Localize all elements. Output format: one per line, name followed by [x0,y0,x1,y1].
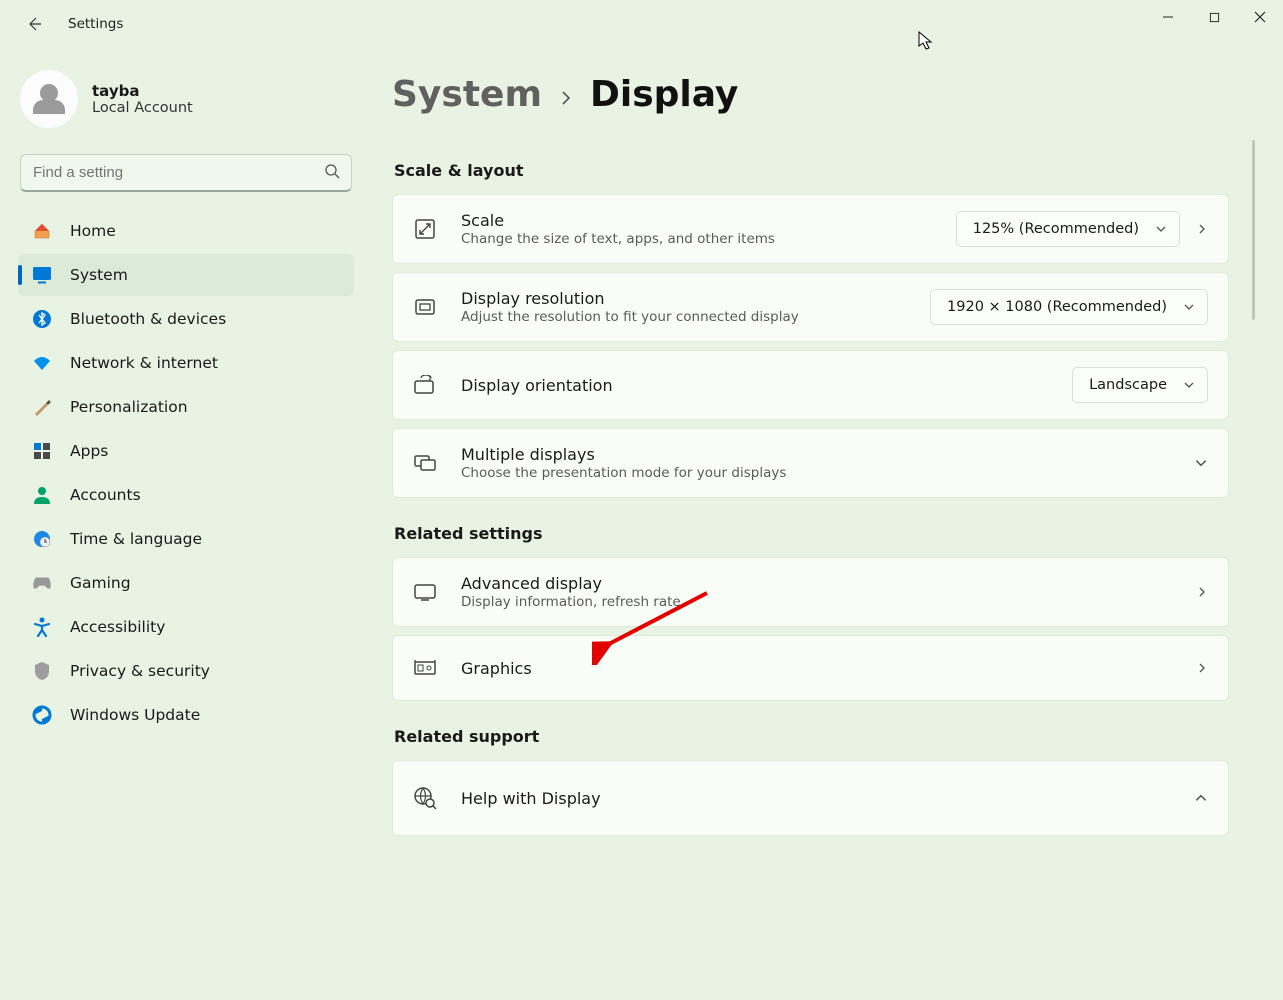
setting-title: Display orientation [461,376,1072,395]
setting-advanced-display[interactable]: Advanced display Display information, re… [392,557,1229,627]
maximize-button[interactable] [1191,0,1237,34]
nav-list: Home System Bluetooth & devices Network … [18,210,354,736]
sidebar-item-bluetooth[interactable]: Bluetooth & devices [18,298,354,340]
scrollbar[interactable] [1252,140,1255,320]
multiple-displays-icon [413,451,437,475]
sidebar-item-label: Windows Update [70,706,200,724]
orientation-dropdown[interactable]: Landscape [1072,367,1208,403]
section-related-support-title: Related support [394,727,1229,746]
sidebar-item-label: Home [70,222,116,240]
sidebar-item-label: Time & language [70,530,202,548]
sidebar-item-label: Personalization [70,398,188,416]
setting-multiple-displays[interactable]: Multiple displays Choose the presentatio… [392,428,1229,498]
chevron-right-icon[interactable] [1196,662,1208,674]
setting-title: Help with Display [461,789,1194,808]
sidebar-item-accounts[interactable]: Accounts [18,474,354,516]
home-icon [32,221,52,241]
close-button[interactable] [1237,0,1283,34]
title-bar: Settings [0,0,1283,48]
back-arrow-icon [26,16,42,32]
sidebar-item-apps[interactable]: Apps [18,430,354,472]
setting-resolution[interactable]: Display resolution Adjust the resolution… [392,272,1229,342]
section-related-settings-title: Related settings [394,524,1229,543]
sidebar-item-network[interactable]: Network & internet [18,342,354,384]
chevron-down-icon [1155,223,1167,235]
system-icon [32,265,52,285]
sidebar-item-label: Bluetooth & devices [70,310,226,328]
scale-icon [413,217,437,241]
bluetooth-icon [32,309,52,329]
sidebar-item-gaming[interactable]: Gaming [18,562,354,604]
chevron-down-icon[interactable] [1194,456,1208,470]
accessibility-icon [32,617,52,637]
chevron-right-icon[interactable] [1196,223,1208,235]
search-input[interactable] [20,154,352,192]
setting-sub: Choose the presentation mode for your di… [461,465,1194,481]
user-profile[interactable]: tayba Local Account [18,66,354,146]
orientation-icon [413,373,437,397]
chevron-right-icon[interactable] [1196,586,1208,598]
sidebar-item-update[interactable]: Windows Update [18,694,354,736]
section-scale-layout-title: Scale & layout [394,161,1229,180]
profile-sub: Local Account [92,100,193,116]
setting-sub: Change the size of text, apps, and other… [461,231,956,247]
sidebar-item-time[interactable]: Time & language [18,518,354,560]
setting-sub: Adjust the resolution to fit your connec… [461,309,930,325]
main-content: System Display Scale & layout Scale Chan… [368,48,1283,1000]
setting-help-display[interactable]: Help with Display [392,760,1229,836]
gaming-icon [32,573,52,593]
update-icon [32,705,52,725]
resolution-dropdown[interactable]: 1920 × 1080 (Recommended) [930,289,1208,325]
sidebar-item-privacy[interactable]: Privacy & security [18,650,354,692]
sidebar-item-label: Network & internet [70,354,218,372]
sidebar-item-home[interactable]: Home [18,210,354,252]
sidebar-item-label: System [70,266,128,284]
search-box [20,154,352,192]
sidebar: tayba Local Account Home System Bluetoot… [0,48,368,1000]
globe-search-icon [413,786,437,810]
sidebar-item-label: Gaming [70,574,131,592]
sidebar-item-personalization[interactable]: Personalization [18,386,354,428]
chevron-up-icon[interactable] [1194,791,1208,805]
display-icon [413,580,437,604]
setting-scale[interactable]: Scale Change the size of text, apps, and… [392,194,1229,264]
wifi-icon [32,353,52,373]
chevron-down-icon [1183,379,1195,391]
breadcrumb-current: Display [590,74,738,115]
minimize-button[interactable] [1145,0,1191,34]
resolution-icon [413,295,437,319]
breadcrumb-parent[interactable]: System [392,74,542,115]
sidebar-item-accessibility[interactable]: Accessibility [18,606,354,648]
setting-title: Multiple displays [461,445,1194,464]
account-icon [32,485,52,505]
chevron-down-icon [1183,301,1195,313]
setting-sub: Display information, refresh rate [461,594,1196,610]
apps-icon [32,441,52,461]
setting-orientation[interactable]: Display orientation Landscape [392,350,1229,420]
sidebar-item-label: Accounts [70,486,141,504]
chevron-right-icon [560,90,572,111]
breadcrumb: System Display [392,74,1229,115]
search-icon[interactable] [324,163,340,183]
setting-title: Scale [461,211,956,230]
sidebar-item-label: Apps [70,442,108,460]
time-icon [32,529,52,549]
sidebar-item-label: Accessibility [70,618,165,636]
privacy-icon [32,661,52,681]
back-button[interactable] [20,10,48,38]
setting-title: Advanced display [461,574,1196,593]
setting-title: Graphics [461,659,1196,678]
graphics-icon [413,656,437,680]
scale-dropdown[interactable]: 125% (Recommended) [956,211,1180,247]
avatar [20,70,78,128]
profile-name: tayba [92,82,193,100]
sidebar-item-label: Privacy & security [70,662,210,680]
brush-icon [32,397,52,417]
app-title: Settings [68,16,123,32]
sidebar-item-system[interactable]: System [18,254,354,296]
setting-title: Display resolution [461,289,930,308]
setting-graphics[interactable]: Graphics [392,635,1229,701]
window-controls [1145,0,1283,34]
